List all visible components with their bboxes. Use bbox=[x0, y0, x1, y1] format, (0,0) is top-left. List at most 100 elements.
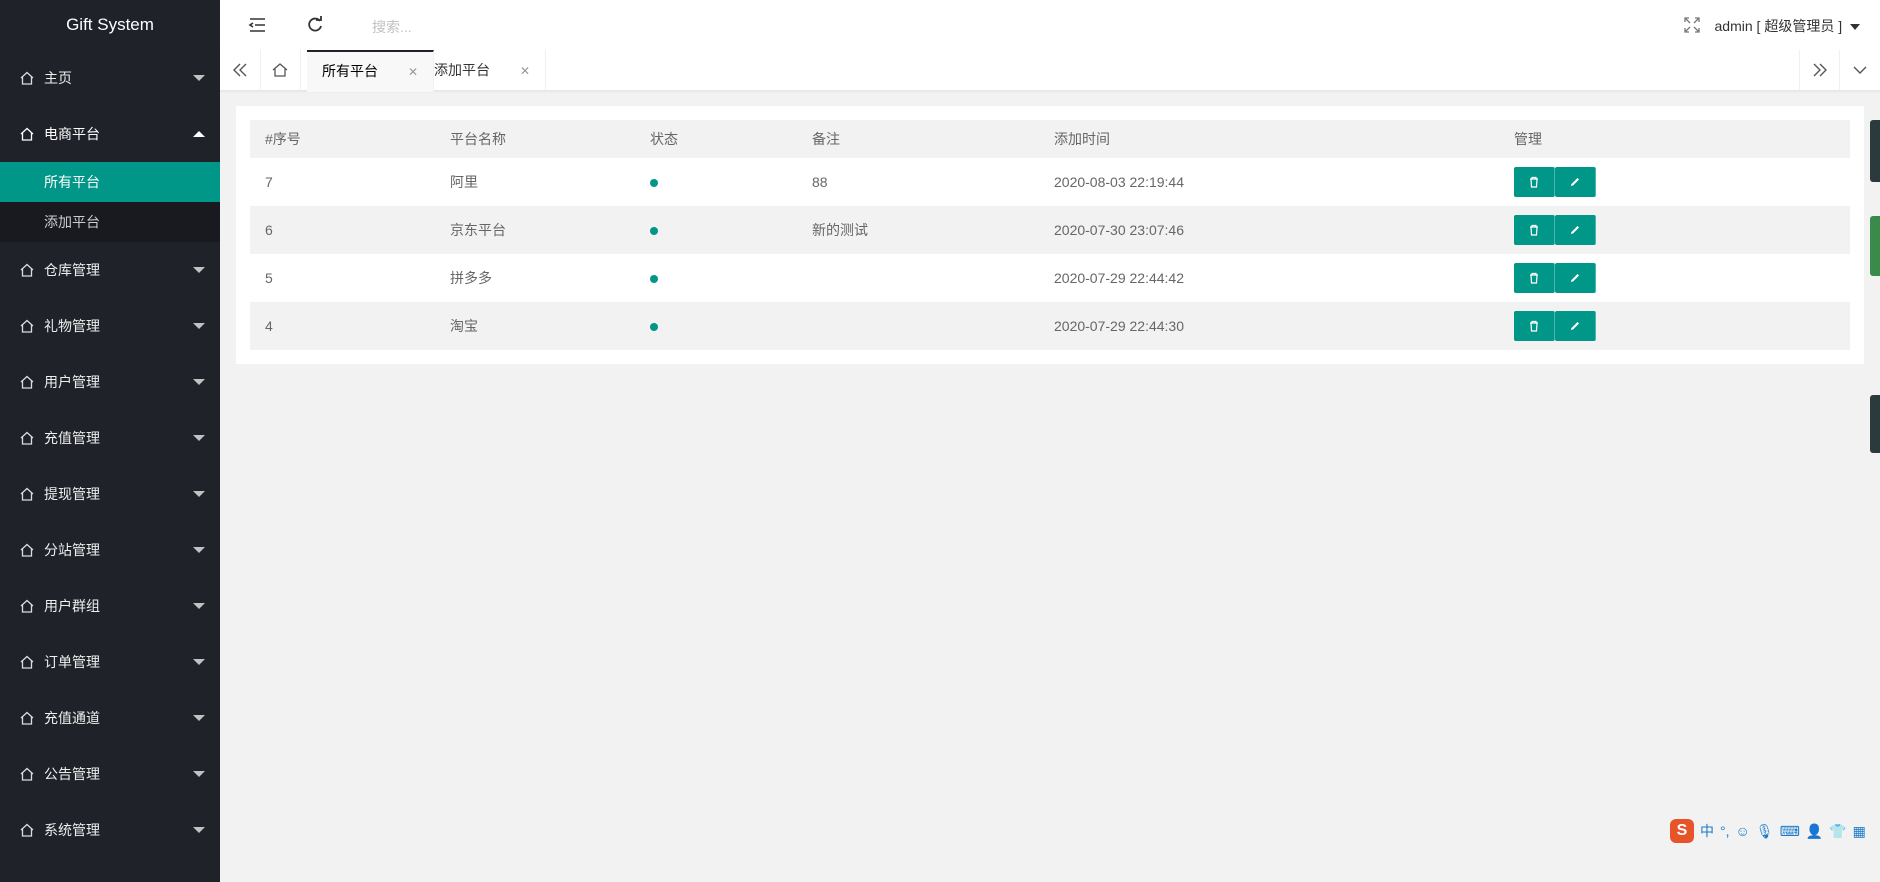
table-row: 6 京东平台 新的测试 2020-07-30 23:07:46 bbox=[250, 206, 1850, 254]
emoji-icon[interactable]: ☺ bbox=[1736, 823, 1750, 839]
cell-time: 2020-07-29 22:44:30 bbox=[1039, 302, 1499, 350]
fullscreen-icon[interactable] bbox=[1684, 17, 1700, 33]
sidebar-item-home[interactable]: 主页 bbox=[0, 50, 220, 106]
user-icon[interactable]: 👤 bbox=[1806, 823, 1823, 840]
tab-add-platform[interactable]: 添加平台 ✕ bbox=[419, 50, 547, 90]
home-icon bbox=[20, 823, 34, 837]
tab-home[interactable] bbox=[260, 50, 301, 90]
ime-toolbar: S 中 °, ☺ 🎙 ⌨ 👤 👕 ▦ bbox=[1662, 816, 1880, 846]
delete-button[interactable] bbox=[1514, 263, 1555, 293]
sidebar-item-gifts[interactable]: 礼物管理 bbox=[0, 298, 220, 354]
sidebar-item-user-groups[interactable]: 用户群组 bbox=[0, 578, 220, 634]
sidebar-item-announcements[interactable]: 公告管理 bbox=[0, 746, 220, 802]
trash-icon bbox=[1530, 224, 1538, 236]
shirt-icon[interactable]: 👕 bbox=[1829, 823, 1846, 840]
sidebar-item-label: 公告管理 bbox=[44, 766, 100, 782]
edit-button[interactable] bbox=[1555, 263, 1596, 293]
user-menu[interactable]: admin [ 超级管理员 ] bbox=[1715, 16, 1860, 36]
home-icon bbox=[20, 263, 34, 277]
search-input[interactable] bbox=[370, 14, 574, 40]
table-row: 7 阿里 88 2020-08-03 22:19:44 bbox=[250, 158, 1850, 206]
status-dot bbox=[650, 179, 658, 187]
trash-icon bbox=[1530, 176, 1538, 188]
ime-logo-icon[interactable]: S bbox=[1670, 819, 1694, 843]
sidebar-item-label: 用户管理 bbox=[44, 374, 100, 390]
sidebar-submenu: 所有平台 添加平台 bbox=[0, 162, 220, 242]
caret-down-icon bbox=[193, 267, 205, 273]
home-icon bbox=[20, 487, 34, 501]
caret-down-icon bbox=[1850, 24, 1860, 31]
tabs-dropdown-button[interactable] bbox=[1839, 50, 1880, 90]
column-header: 管理 bbox=[1499, 120, 1850, 158]
caret-up-icon bbox=[193, 131, 205, 137]
tabs-scroll-right-button[interactable] bbox=[1799, 50, 1840, 90]
close-icon[interactable]: ✕ bbox=[408, 65, 418, 79]
close-icon[interactable]: ✕ bbox=[520, 64, 530, 78]
caret-down-icon bbox=[193, 379, 205, 385]
platform-table: #序号 平台名称 状态 备注 添加时间 管理 7 阿里 88 2020-08-0… bbox=[250, 120, 1850, 350]
tab-label: 添加平台 bbox=[434, 62, 490, 78]
home-icon bbox=[20, 543, 34, 557]
caret-down-icon bbox=[193, 715, 205, 721]
microphone-icon[interactable]: 🎙 bbox=[1756, 823, 1774, 840]
pencil-icon bbox=[1571, 274, 1579, 282]
delete-button[interactable] bbox=[1514, 311, 1555, 341]
edit-button[interactable] bbox=[1555, 215, 1596, 245]
edit-button[interactable] bbox=[1555, 167, 1596, 197]
delete-button[interactable] bbox=[1514, 215, 1555, 245]
sidebar-item-recharge-channels[interactable]: 充值通道 bbox=[0, 690, 220, 746]
grid-icon[interactable]: ▦ bbox=[1853, 823, 1866, 840]
side-widget[interactable] bbox=[1870, 216, 1880, 276]
menu-fold-icon[interactable] bbox=[248, 15, 268, 35]
content-card: #序号 平台名称 状态 备注 添加时间 管理 7 阿里 88 2020-08-0… bbox=[236, 106, 1864, 364]
sidebar-item-substations[interactable]: 分站管理 bbox=[0, 522, 220, 578]
home-icon bbox=[20, 599, 34, 613]
sidebar-item-label: 充值管理 bbox=[44, 430, 100, 446]
sidebar-item-warehouse[interactable]: 仓库管理 bbox=[0, 242, 220, 298]
sidebar-item-ecommerce[interactable]: 电商平台 bbox=[0, 106, 220, 162]
delete-button[interactable] bbox=[1514, 167, 1555, 197]
sidebar-subitem-add-platform[interactable]: 添加平台 bbox=[0, 202, 220, 242]
caret-down-icon bbox=[193, 323, 205, 329]
home-icon bbox=[20, 431, 34, 445]
caret-down-icon bbox=[193, 547, 205, 553]
refresh-icon[interactable] bbox=[305, 15, 325, 35]
column-header: #序号 bbox=[250, 120, 435, 158]
sidebar-item-label: 充值通道 bbox=[44, 710, 100, 726]
tab-label: 所有平台 bbox=[322, 63, 378, 79]
ime-punctuation[interactable]: °, bbox=[1720, 823, 1730, 839]
status-dot bbox=[650, 323, 658, 331]
cell-time: 2020-07-29 22:44:42 bbox=[1054, 270, 1184, 286]
sidebar-subitem-all-platforms[interactable]: 所有平台 bbox=[0, 162, 220, 202]
sidebar-item-system[interactable]: 系统管理 bbox=[0, 802, 220, 858]
cell-note: 88 bbox=[812, 174, 828, 190]
column-header: 状态 bbox=[635, 120, 797, 158]
sidebar-item-recharge[interactable]: 充值管理 bbox=[0, 410, 220, 466]
cell-id: 7 bbox=[265, 174, 273, 190]
double-chevron-right-icon bbox=[1813, 63, 1827, 77]
column-header: 添加时间 bbox=[1039, 120, 1499, 158]
caret-down-icon bbox=[193, 75, 205, 81]
trash-icon bbox=[1530, 320, 1538, 332]
pencil-icon bbox=[1571, 178, 1579, 186]
chevron-down-icon bbox=[1853, 66, 1867, 74]
cell-note bbox=[797, 254, 1039, 302]
keyboard-icon[interactable]: ⌨ bbox=[1780, 823, 1800, 840]
cell-time: 2020-07-30 23:07:46 bbox=[1039, 206, 1499, 254]
status-dot bbox=[650, 275, 658, 283]
edit-button[interactable] bbox=[1555, 311, 1596, 341]
tab-bar: 所有平台 ✕ 添加平台 ✕ bbox=[220, 50, 1880, 92]
cell-id: 5 bbox=[265, 270, 273, 286]
side-widget[interactable] bbox=[1870, 395, 1880, 453]
ime-language[interactable]: 中 bbox=[1700, 821, 1714, 841]
tabs-scroll-left-button[interactable] bbox=[220, 50, 261, 90]
sidebar-item-users[interactable]: 用户管理 bbox=[0, 354, 220, 410]
side-widget[interactable] bbox=[1870, 120, 1880, 182]
sidebar-item-label: 用户群组 bbox=[44, 598, 100, 614]
home-icon bbox=[20, 375, 34, 389]
caret-down-icon bbox=[193, 603, 205, 609]
sidebar-item-withdraw[interactable]: 提现管理 bbox=[0, 466, 220, 522]
home-icon bbox=[20, 127, 34, 141]
sidebar-item-orders[interactable]: 订单管理 bbox=[0, 634, 220, 690]
tab-all-platforms[interactable]: 所有平台 ✕ bbox=[307, 50, 435, 92]
